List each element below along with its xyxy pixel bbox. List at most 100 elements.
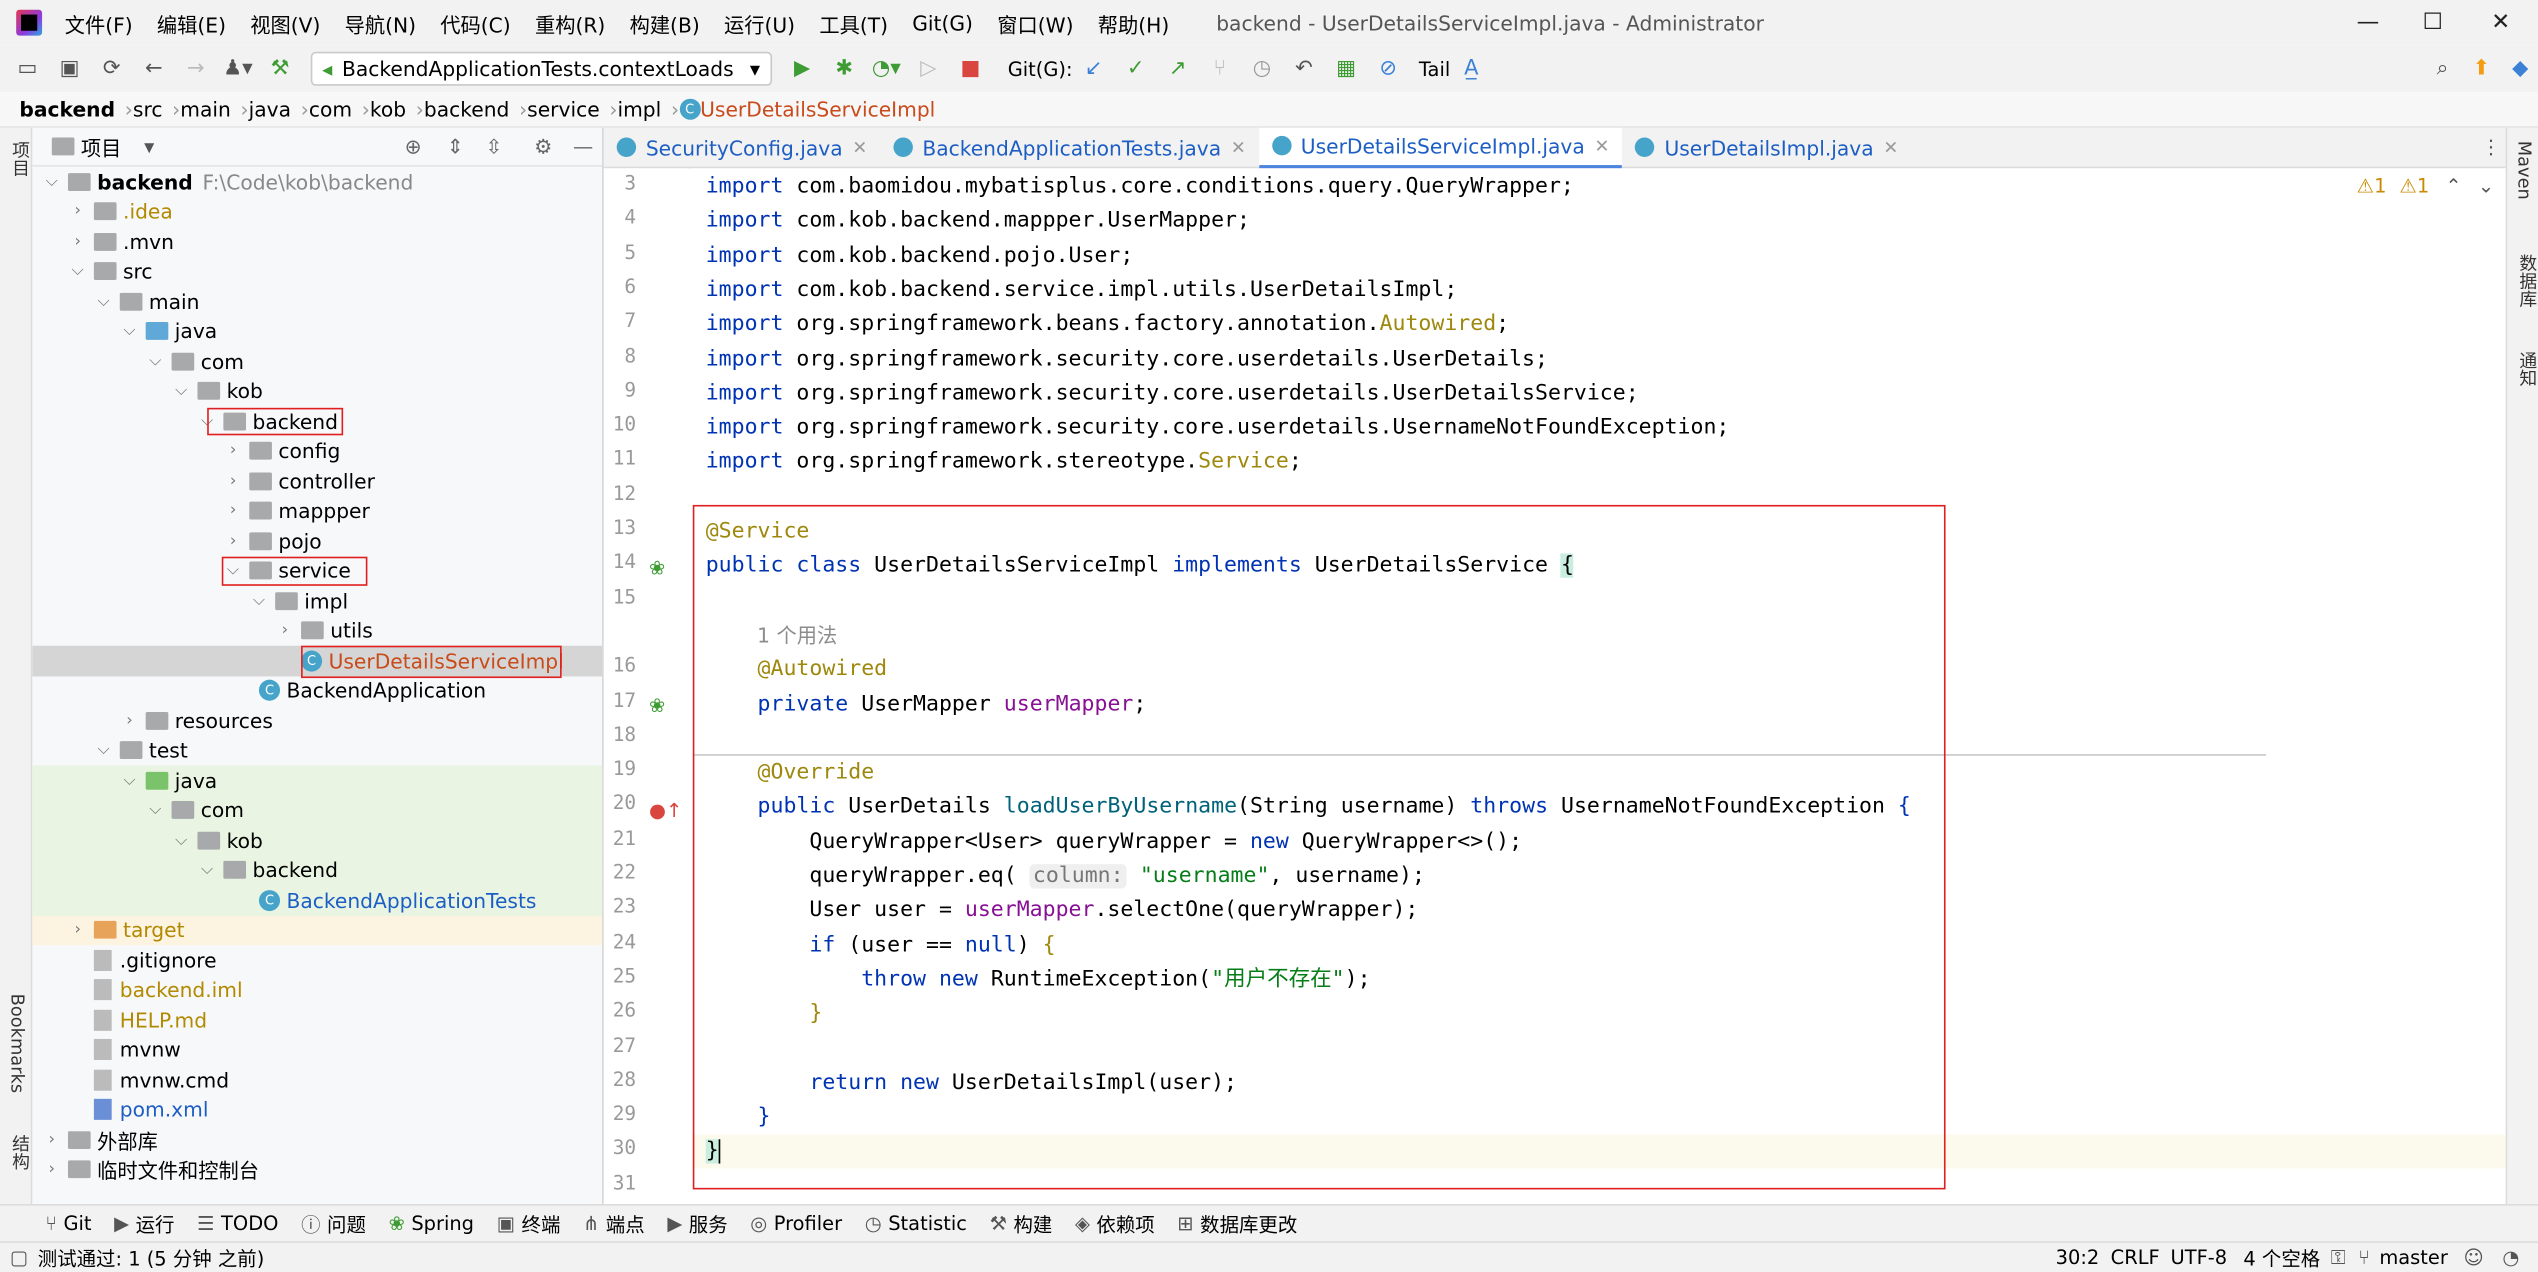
- tree-item-pom-xml[interactable]: pom.xml: [32, 1095, 602, 1125]
- close-icon[interactable]: ✕: [2464, 0, 2538, 45]
- forward-arrow-icon[interactable]: →: [178, 51, 214, 87]
- monitor-icon[interactable]: ▦: [1328, 51, 1364, 87]
- tab-userdetailsimpl[interactable]: UserDetailsImpl.java ✕: [1622, 127, 1911, 167]
- expand-all-icon[interactable]: ⇕: [447, 134, 464, 158]
- tool-todo[interactable]: ☰ TODO: [197, 1212, 278, 1235]
- gear-icon[interactable]: ⚙: [534, 134, 552, 158]
- build-hammer-icon[interactable]: ⚒: [262, 51, 298, 87]
- menu-code[interactable]: 代码(C): [440, 7, 510, 38]
- bookmarks-tool-button[interactable]: Bookmarks: [6, 994, 27, 1093]
- tree-item-utils[interactable]: › utils: [32, 616, 602, 646]
- menu-view[interactable]: 视图(V): [250, 7, 320, 38]
- chevron-down-icon[interactable]: ▾: [144, 134, 154, 158]
- tree-item-gitignore[interactable]: .gitignore: [32, 945, 602, 975]
- status-panel-icon[interactable]: ▢: [10, 1246, 28, 1269]
- tree-item-test-com[interactable]: ⌵ com: [32, 795, 603, 826]
- locate-icon[interactable]: ⊕: [405, 134, 422, 158]
- tree-item-help-md[interactable]: HELP.md: [32, 1005, 602, 1035]
- no-entry-icon[interactable]: ⊘: [1370, 51, 1406, 87]
- tree-item-kob[interactable]: ⌵ kob: [32, 376, 602, 406]
- coverage-icon[interactable]: ◔▾: [869, 51, 905, 87]
- hide-panel-icon[interactable]: —: [573, 134, 593, 158]
- breadcrumb-item[interactable]: backend: [19, 97, 115, 121]
- tree-item-test-kob[interactable]: ⌵ kob: [32, 825, 603, 856]
- project-tool-button[interactable]: 项目: [6, 141, 32, 177]
- git-history-icon[interactable]: ◷: [1244, 51, 1280, 87]
- tree-item-external-libraries[interactable]: › 外部库: [32, 1125, 602, 1155]
- tree-item-config[interactable]: › config: [32, 436, 602, 466]
- git-branch[interactable]: master: [2379, 1246, 2448, 1269]
- debug-icon[interactable]: ✱: [826, 51, 862, 87]
- tool-dependencies[interactable]: ◈ 依赖项: [1075, 1210, 1155, 1238]
- breadcrumb-item[interactable]: com: [309, 97, 352, 121]
- override-icon[interactable]: ●↑: [649, 799, 682, 822]
- tool-build[interactable]: ⚒ 构建: [990, 1210, 1053, 1238]
- notifications-tool-button[interactable]: 通知: [2514, 351, 2538, 387]
- maven-tool-button[interactable]: Maven: [2514, 141, 2535, 200]
- tree-item-mvnw-cmd[interactable]: mvnw.cmd: [32, 1065, 602, 1095]
- git-push-icon[interactable]: ↗: [1160, 51, 1196, 87]
- tree-item-backendapplicationtests[interactable]: C BackendApplicationTests: [32, 885, 603, 916]
- tool-db-changes[interactable]: ⊞ 数据库更改: [1177, 1210, 1297, 1238]
- translate-icon[interactable]: A̲: [1454, 51, 1490, 87]
- breadcrumb-item[interactable]: UserDetailsServiceImpl: [700, 97, 935, 121]
- line-separator[interactable]: CRLF: [2111, 1246, 2160, 1269]
- code-editor[interactable]: import com.baomidou.mybatisplus.core.con…: [692, 168, 2506, 1205]
- inspection-widget[interactable]: ⚠ 1 ⚠ 1 ⌃ ⌄: [2357, 175, 2494, 198]
- tree-item-mvn[interactable]: › .mvn: [32, 227, 602, 257]
- tool-spring[interactable]: ❀ Spring: [389, 1212, 474, 1235]
- tree-item-backend-iml[interactable]: backend.iml: [32, 975, 602, 1005]
- project-view-select[interactable]: 项目: [81, 131, 121, 162]
- lock-icon[interactable]: ⚿: [2331, 1245, 2346, 1269]
- caret-position[interactable]: 30:2: [2056, 1246, 2100, 1269]
- tree-item-main[interactable]: ⌵ main: [32, 286, 602, 316]
- tab-userdetailsserviceimpl[interactable]: UserDetailsServiceImpl.java ✕: [1258, 127, 1623, 168]
- spring-autowired-icon[interactable]: ❀: [649, 694, 665, 717]
- tree-item-scratches[interactable]: › 临时文件和控制台: [32, 1155, 602, 1185]
- git-merge-icon[interactable]: ⑂: [1202, 51, 1238, 87]
- menu-tools[interactable]: 工具(T): [819, 7, 888, 38]
- file-encoding[interactable]: UTF-8: [2171, 1246, 2228, 1269]
- run-config-select[interactable]: ◂ BackendApplicationTests.contextLoads ▾: [310, 51, 772, 86]
- tree-item-test-backend[interactable]: ⌵ backend: [32, 855, 603, 886]
- spring-bean-icon[interactable]: ❀: [649, 557, 665, 580]
- minimize-icon[interactable]: —: [2331, 0, 2405, 45]
- breadcrumb-item[interactable]: kob: [370, 97, 406, 121]
- menu-run[interactable]: 运行(U): [724, 7, 795, 38]
- breadcrumb-item[interactable]: service: [527, 97, 599, 121]
- tree-item-target[interactable]: › target: [32, 915, 603, 946]
- stop-icon[interactable]: ■: [953, 51, 989, 87]
- tree-item-com[interactable]: ⌵ com: [32, 346, 602, 376]
- database-tool-button[interactable]: 数据库: [2514, 254, 2538, 307]
- smile-icon[interactable]: ☺: [2464, 1246, 2484, 1269]
- menu-window[interactable]: 窗口(W): [997, 7, 1073, 38]
- save-icon[interactable]: ▣: [52, 51, 88, 87]
- structure-tool-button[interactable]: 结构: [6, 1134, 32, 1170]
- menu-edit[interactable]: 编辑(E): [157, 7, 226, 38]
- tab-securityconfig[interactable]: SecurityConfig.java ✕: [604, 127, 881, 167]
- tree-item-backend-root[interactable]: ⌵ backend F:\Code\kob\backend: [32, 167, 602, 197]
- open-folder-icon[interactable]: ▭: [10, 51, 46, 87]
- git-commit-icon[interactable]: ✓: [1118, 51, 1154, 87]
- run-icon[interactable]: ▶: [784, 51, 820, 87]
- plugin-icon[interactable]: ◆: [2502, 50, 2538, 86]
- vcs-user-icon[interactable]: ♟▾: [220, 51, 256, 87]
- tree-item-mvnw[interactable]: mvnw: [32, 1035, 602, 1065]
- tool-terminal[interactable]: ▣ 终端: [497, 1210, 561, 1238]
- tail-button[interactable]: Tail: [1419, 57, 1450, 80]
- menu-file[interactable]: 文件(F): [65, 7, 133, 38]
- update-icon[interactable]: ⬆: [2464, 50, 2500, 86]
- menu-navigate[interactable]: 导航(N): [345, 7, 416, 38]
- tree-item-impl[interactable]: ⌵ impl: [32, 586, 602, 616]
- tree-item-idea[interactable]: › .idea: [32, 197, 602, 227]
- breadcrumb-item[interactable]: backend: [424, 97, 509, 121]
- back-arrow-icon[interactable]: ←: [136, 51, 172, 87]
- menu-refactor[interactable]: 重构(R): [535, 7, 605, 38]
- git-update-icon[interactable]: ↙: [1076, 51, 1112, 87]
- tool-statistic[interactable]: ◷ Statistic: [865, 1212, 967, 1235]
- tree-item-src[interactable]: ⌵ src: [32, 257, 602, 287]
- tree-item-test[interactable]: ⌵ test: [32, 736, 602, 766]
- git-rollback-icon[interactable]: ↶: [1286, 51, 1322, 87]
- menu-git[interactable]: Git(G): [912, 11, 973, 35]
- tree-item-java[interactable]: ⌵ java: [32, 316, 602, 346]
